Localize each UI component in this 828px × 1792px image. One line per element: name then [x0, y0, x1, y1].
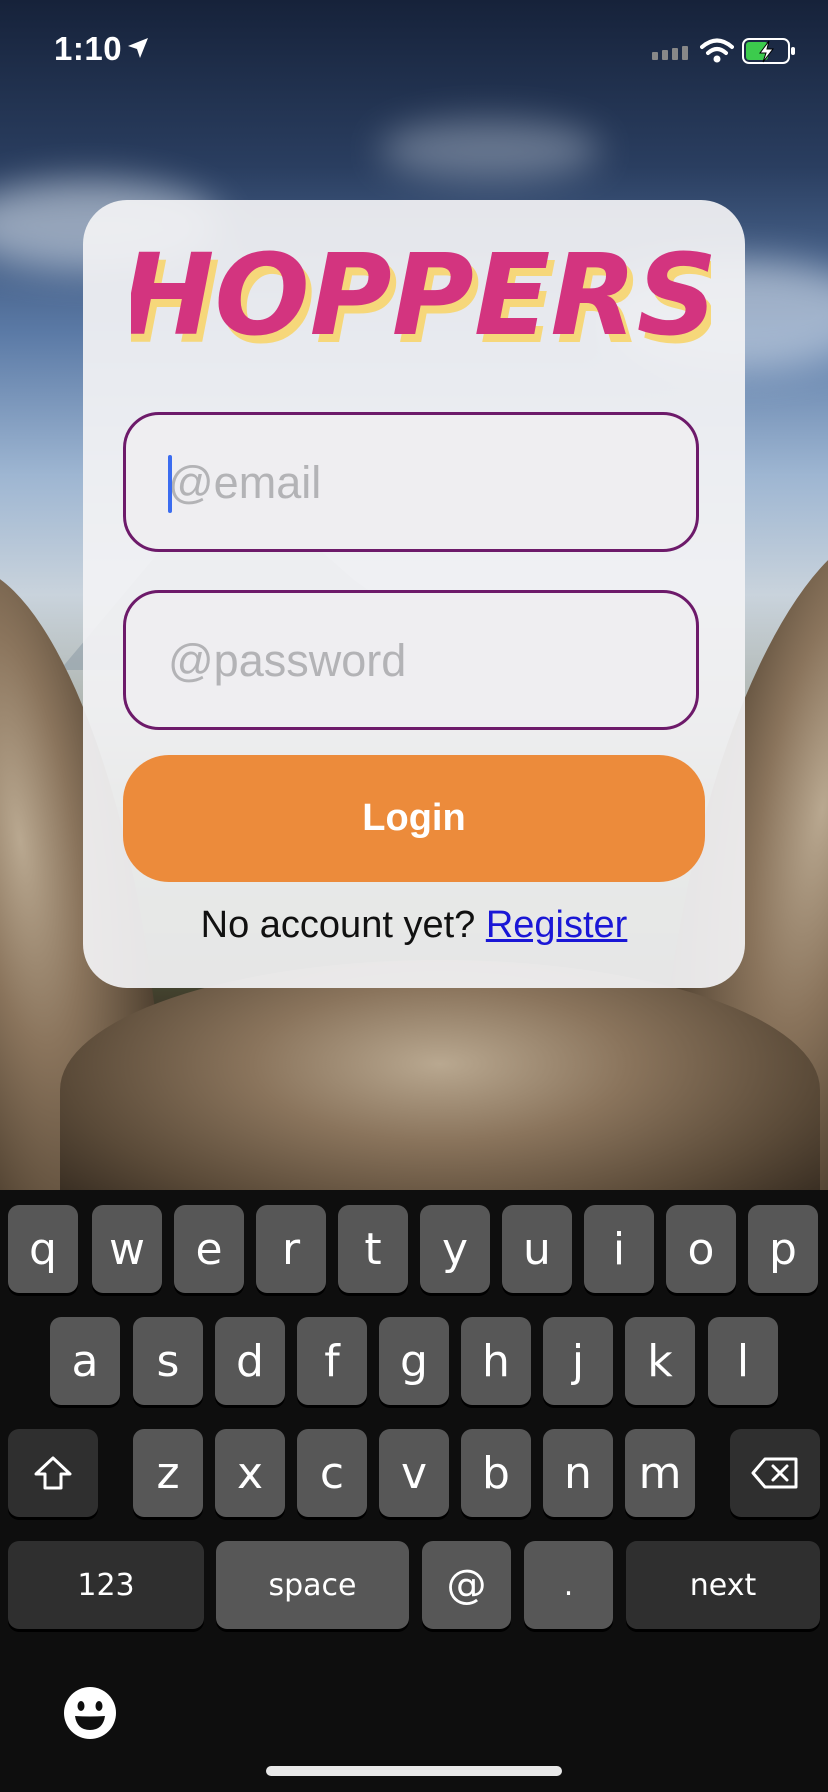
backspace-icon: [751, 1457, 798, 1489]
key-e[interactable]: e: [174, 1205, 244, 1293]
key-u[interactable]: u: [502, 1205, 572, 1293]
backspace-key[interactable]: [730, 1429, 820, 1517]
key-p[interactable]: p: [748, 1205, 818, 1293]
key-k[interactable]: k: [625, 1317, 695, 1405]
status-bar: 1:10: [0, 0, 828, 100]
key-z[interactable]: z: [133, 1429, 203, 1517]
signup-prompt-text: No account yet?: [200, 904, 476, 946]
logo-text: HOPPERS: [131, 234, 711, 361]
shift-key[interactable]: [8, 1429, 98, 1517]
password-field[interactable]: [123, 590, 699, 730]
key-i[interactable]: i: [584, 1205, 654, 1293]
cellular-signal-icon: [652, 46, 688, 60]
key-r[interactable]: r: [256, 1205, 326, 1293]
key-b[interactable]: b: [461, 1429, 531, 1517]
key-v[interactable]: v: [379, 1429, 449, 1517]
key-s[interactable]: s: [133, 1317, 203, 1405]
space-key[interactable]: space: [216, 1541, 409, 1629]
signup-prompt: No account yet? Register: [83, 904, 745, 947]
text-cursor: [168, 455, 172, 513]
key-m[interactable]: m: [625, 1429, 695, 1517]
key-q[interactable]: q: [8, 1205, 78, 1293]
status-time: 1:10: [54, 30, 123, 67]
next-key[interactable]: next: [626, 1541, 820, 1629]
password-input[interactable]: [166, 593, 670, 729]
key-o[interactable]: o: [666, 1205, 736, 1293]
hoppers-logo: HOPPERS HOPPERS: [131, 234, 711, 364]
key-f[interactable]: f: [297, 1317, 367, 1405]
key-c[interactable]: c: [297, 1429, 367, 1517]
wifi-icon: [700, 38, 734, 63]
email-field[interactable]: [123, 412, 699, 552]
home-indicator[interactable]: [266, 1766, 562, 1776]
key-t[interactable]: t: [338, 1205, 408, 1293]
key-y[interactable]: y: [420, 1205, 490, 1293]
at-key[interactable]: @: [422, 1541, 511, 1629]
key-l[interactable]: l: [708, 1317, 778, 1405]
email-input[interactable]: [166, 415, 670, 551]
key-g[interactable]: g: [379, 1317, 449, 1405]
key-h[interactable]: h: [461, 1317, 531, 1405]
key-x[interactable]: x: [215, 1429, 285, 1517]
dot-key[interactable]: .: [524, 1541, 613, 1629]
location-arrow-icon: [128, 38, 148, 58]
login-card: HOPPERS HOPPERS Login No account yet? Re…: [83, 200, 745, 988]
key-w[interactable]: w: [92, 1205, 162, 1293]
emoji-icon[interactable]: [62, 1685, 118, 1741]
key-a[interactable]: a: [50, 1317, 120, 1405]
key-n[interactable]: n: [543, 1429, 613, 1517]
key-d[interactable]: d: [215, 1317, 285, 1405]
numbers-key[interactable]: 123: [8, 1541, 204, 1629]
key-j[interactable]: j: [543, 1317, 613, 1405]
login-button[interactable]: Login: [123, 755, 705, 882]
shift-icon: [34, 1456, 72, 1490]
battery-charging-icon: [742, 38, 795, 64]
register-link[interactable]: Register: [486, 904, 628, 946]
